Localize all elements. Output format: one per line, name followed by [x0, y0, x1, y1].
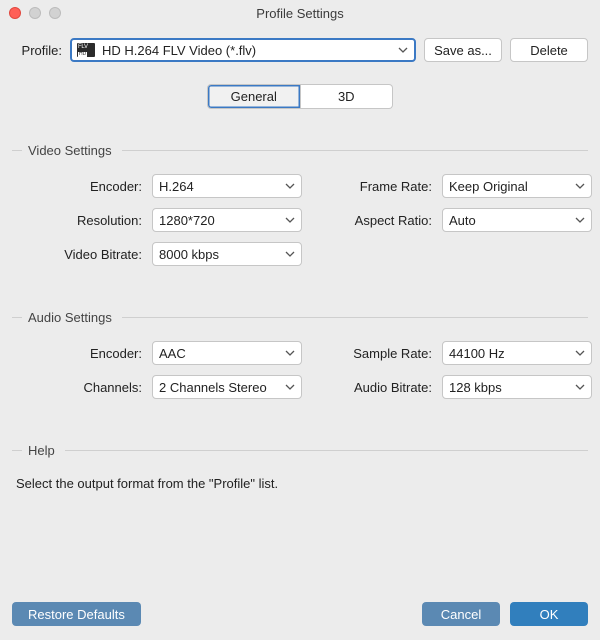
- close-icon[interactable]: [9, 7, 21, 19]
- profile-dropdown[interactable]: HD H.264 FLV Video (*.flv): [70, 38, 416, 62]
- save-as-button[interactable]: Save as...: [424, 38, 502, 62]
- audio-encoder-label: Encoder:: [12, 346, 142, 361]
- video-bitrate-label: Video Bitrate:: [12, 247, 142, 262]
- channels-dropdown[interactable]: 2 Channels Stereo: [152, 375, 302, 399]
- tab-switcher: General 3D: [207, 84, 393, 109]
- sample-rate-label: Sample Rate:: [312, 346, 432, 361]
- chevron-down-icon: [398, 47, 408, 53]
- help-heading: Help: [12, 443, 588, 458]
- window-controls: [9, 7, 61, 19]
- chevron-down-icon: [285, 251, 295, 257]
- channels-label: Channels:: [12, 380, 142, 395]
- audio-bitrate-dropdown[interactable]: 128 kbps: [442, 375, 592, 399]
- profile-value: HD H.264 FLV Video (*.flv): [102, 43, 393, 58]
- chevron-down-icon: [285, 217, 295, 223]
- footer: Restore Defaults Cancel OK: [0, 592, 600, 640]
- ok-button[interactable]: OK: [510, 602, 588, 626]
- video-encoder-dropdown[interactable]: H.264: [152, 174, 302, 198]
- delete-button[interactable]: Delete: [510, 38, 588, 62]
- audio-bitrate-label: Audio Bitrate:: [312, 380, 432, 395]
- titlebar: Profile Settings: [0, 0, 600, 28]
- chevron-down-icon: [575, 183, 585, 189]
- zoom-icon: [49, 7, 61, 19]
- sample-rate-dropdown[interactable]: 44100 Hz: [442, 341, 592, 365]
- chevron-down-icon: [285, 350, 295, 356]
- tab-3d[interactable]: 3D: [301, 84, 394, 109]
- audio-encoder-dropdown[interactable]: AAC: [152, 341, 302, 365]
- chevron-down-icon: [575, 217, 585, 223]
- cancel-button[interactable]: Cancel: [422, 602, 500, 626]
- restore-defaults-button[interactable]: Restore Defaults: [12, 602, 141, 626]
- flv-file-icon: [77, 43, 95, 57]
- aspect-ratio-label: Aspect Ratio:: [312, 213, 432, 228]
- video-bitrate-dropdown[interactable]: 8000 kbps: [152, 242, 302, 266]
- help-text: Select the output format from the "Profi…: [12, 474, 588, 491]
- frame-rate-label: Frame Rate:: [312, 179, 432, 194]
- chevron-down-icon: [575, 350, 585, 356]
- window-title: Profile Settings: [256, 6, 343, 21]
- chevron-down-icon: [285, 183, 295, 189]
- chevron-down-icon: [575, 384, 585, 390]
- chevron-down-icon: [285, 384, 295, 390]
- tab-general[interactable]: General: [207, 84, 301, 109]
- frame-rate-dropdown[interactable]: Keep Original: [442, 174, 592, 198]
- video-encoder-label: Encoder:: [12, 179, 142, 194]
- audio-settings-heading: Audio Settings: [12, 310, 588, 325]
- resolution-dropdown[interactable]: 1280*720: [152, 208, 302, 232]
- video-settings-heading: Video Settings: [12, 143, 588, 158]
- aspect-ratio-dropdown[interactable]: Auto: [442, 208, 592, 232]
- profile-label: Profile:: [12, 43, 62, 58]
- resolution-label: Resolution:: [12, 213, 142, 228]
- minimize-icon: [29, 7, 41, 19]
